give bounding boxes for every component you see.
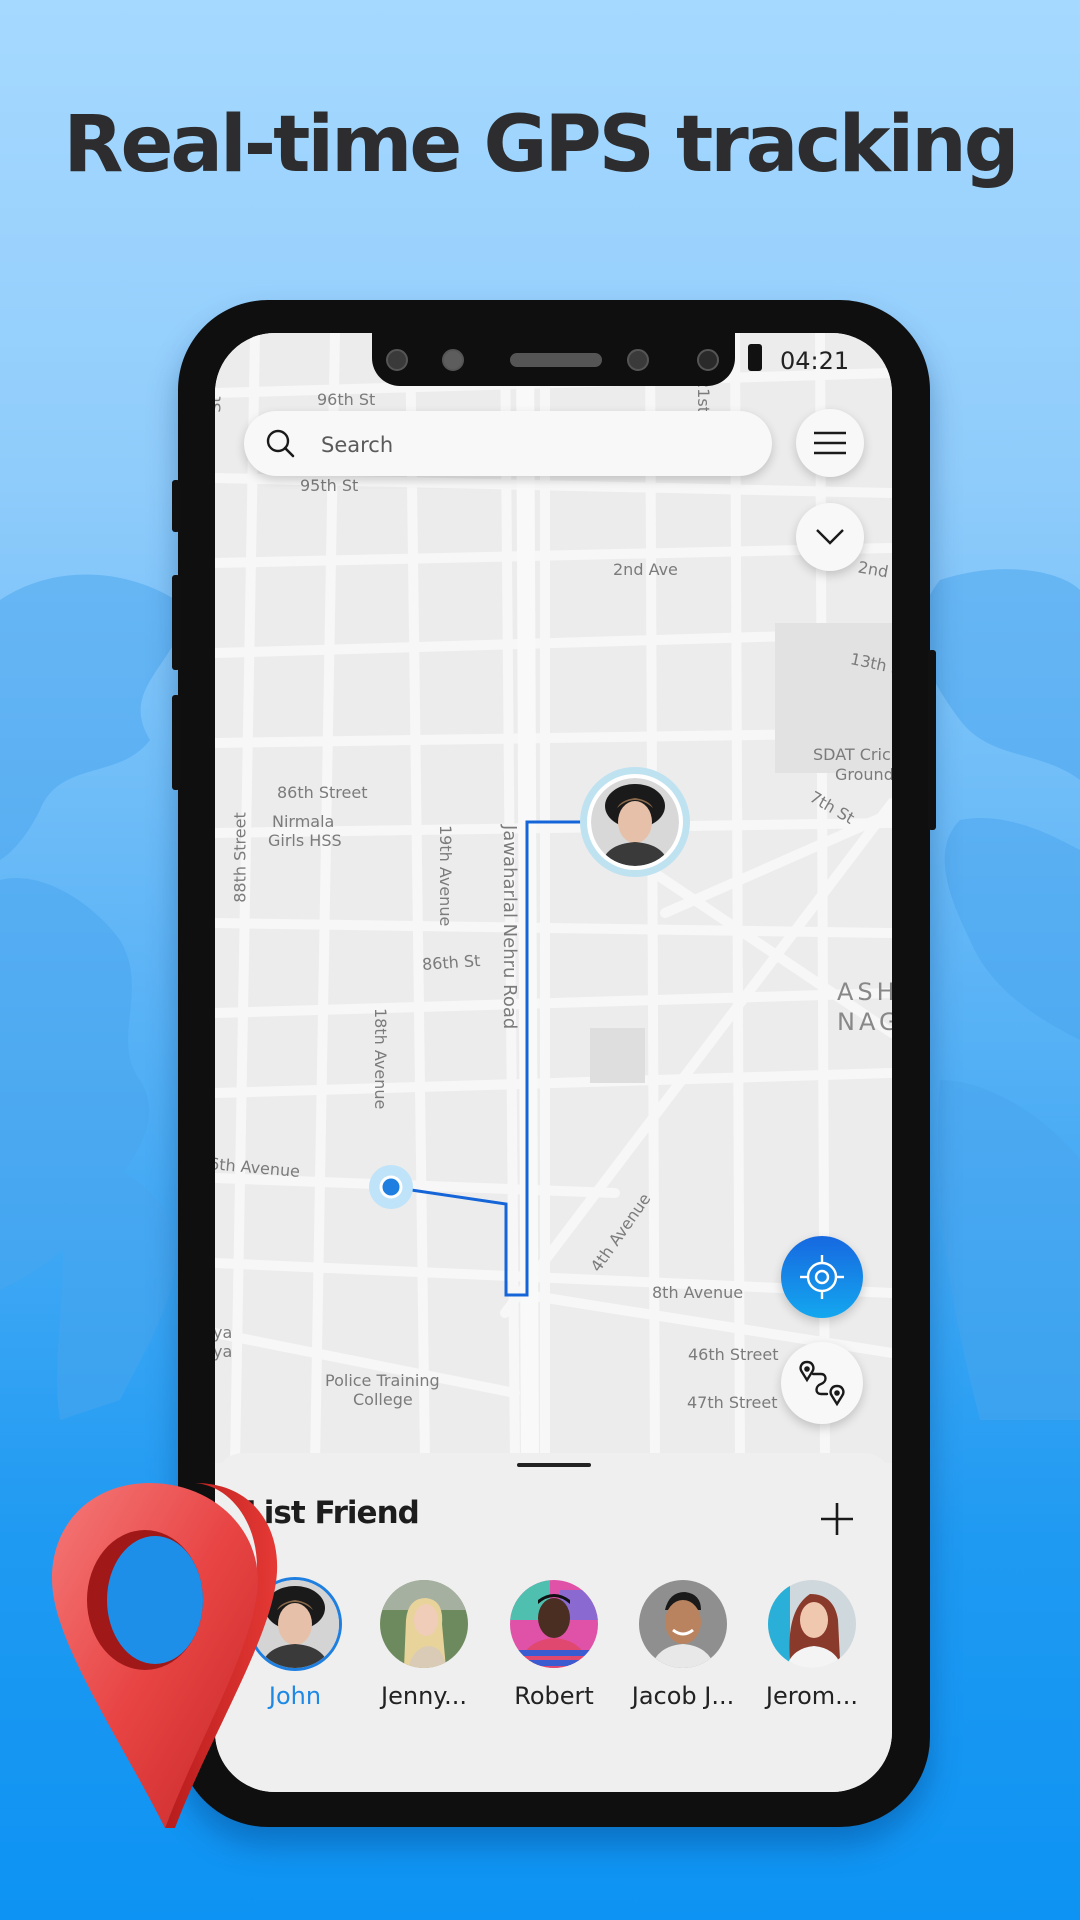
hamburger-menu-icon <box>814 431 846 455</box>
map-label: 18th Avenue <box>371 1008 390 1110</box>
friend-name: Jenny... <box>381 1682 467 1710</box>
map-label: ASH <box>837 978 892 1006</box>
map-label: ya <box>215 1342 233 1361</box>
locate-me-button[interactable] <box>781 1236 863 1318</box>
friend-name: Robert <box>514 1682 594 1710</box>
friend-item[interactable]: Jerom... <box>748 1580 876 1710</box>
avatar-john-photo <box>591 778 679 866</box>
chevron-down-icon <box>816 529 844 545</box>
route-icon <box>799 1360 845 1407</box>
sensor-icon <box>627 349 649 371</box>
map-label: Ground <box>835 765 892 784</box>
side-button <box>172 695 180 790</box>
side-button <box>172 480 180 532</box>
avatar <box>768 1580 856 1668</box>
crosshair-locate-icon <box>800 1255 844 1299</box>
battery-icon <box>748 344 762 371</box>
current-location-dot[interactable] <box>379 1175 403 1199</box>
map-label: 88th Street <box>230 812 250 903</box>
map-label: 86th St <box>421 950 481 975</box>
headline: Real-time GPS tracking <box>63 100 1019 190</box>
camera-icon <box>442 349 464 371</box>
friend-item[interactable]: Jacob J... <box>619 1580 747 1710</box>
avatar <box>639 1580 727 1668</box>
map-label: 8th Avenue <box>652 1283 744 1302</box>
side-button <box>928 650 936 830</box>
phone-notch <box>372 333 735 386</box>
search-input[interactable] <box>319 411 743 478</box>
map-label: 47th Street <box>687 1393 778 1412</box>
friend-name: Jerom... <box>765 1682 859 1710</box>
friend-item[interactable]: Robert <box>490 1580 618 1710</box>
speaker-grille <box>510 353 602 367</box>
menu-button[interactable] <box>796 409 864 477</box>
expand-button[interactable] <box>796 503 864 571</box>
friend-name: Jacob J... <box>631 1682 735 1710</box>
friend-marker-avatar <box>587 774 683 870</box>
plus-icon[interactable] <box>815 1497 859 1541</box>
map-label: 96th St <box>317 390 376 409</box>
route-button[interactable] <box>781 1342 863 1424</box>
map-label: Nirmala <box>272 812 335 831</box>
avatar <box>510 1580 598 1668</box>
friends-bottom-sheet: List Friend John Jenny... Robert Jacob J… <box>215 1453 892 1792</box>
phone-screen: 96th St St 95th St 21st Av 2nd Ave 2nd 1… <box>215 333 892 1792</box>
map-label: Police Training <box>325 1371 440 1390</box>
sensor-icon <box>386 349 408 371</box>
location-pin-icon <box>51 1483 278 1828</box>
map-label: 19th Avenue <box>436 825 455 927</box>
map-label: 2nd Ave <box>613 560 678 579</box>
search-bar[interactable] <box>244 411 772 478</box>
map-label: College <box>353 1390 413 1409</box>
map-label: 86th Street <box>277 783 368 802</box>
map-label: ya <box>215 1323 233 1342</box>
map-label: NAG <box>837 1008 892 1036</box>
map-label: SDAT Cricket <box>813 745 892 764</box>
map-label: 95th St <box>300 476 359 495</box>
map-label: St <box>215 396 225 413</box>
friend-item[interactable]: Jenny... <box>360 1580 488 1710</box>
avatar <box>380 1580 468 1668</box>
map-label: Jawaharlal Nehru Road <box>499 825 520 1030</box>
sensor-icon <box>697 349 719 371</box>
friend-location-marker[interactable] <box>580 767 690 877</box>
map-label: 46th Street <box>688 1345 779 1364</box>
map-label: Girls HSS <box>268 831 342 850</box>
search-icon <box>266 429 295 458</box>
status-time: 04:21 <box>780 347 850 375</box>
side-button <box>172 575 180 670</box>
sheet-drag-handle[interactable] <box>517 1463 591 1467</box>
